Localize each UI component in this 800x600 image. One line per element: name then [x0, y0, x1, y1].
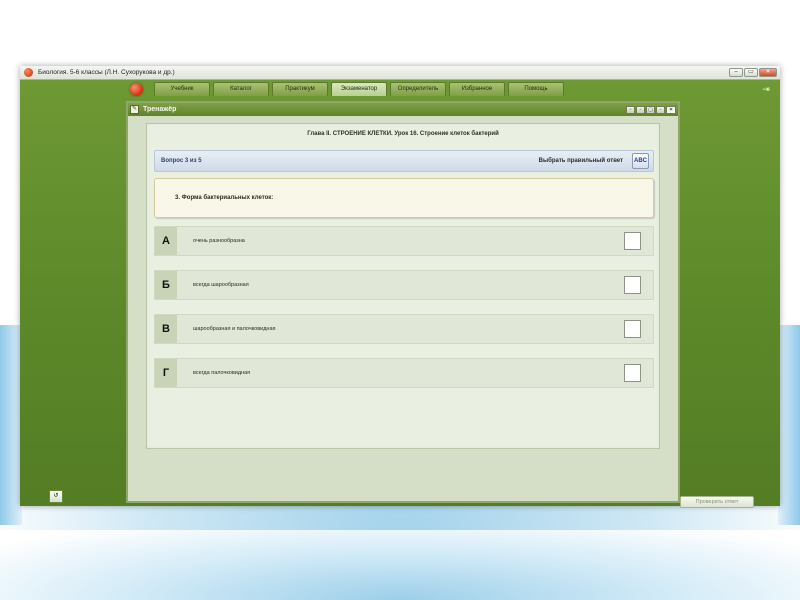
question-card: 3. Форма бактериальных клеток: [154, 178, 654, 218]
trainer-title: Тренажёр [143, 106, 177, 113]
minimize-button[interactable]: – [729, 68, 743, 77]
trainer-maximize-button[interactable]: ▢ [646, 105, 655, 114]
question-bar: Вопрос 3 из 5 Выбрать правильный ответ A… [154, 150, 654, 172]
answer-text: всегда шарообразная [193, 282, 249, 288]
question-mode: Выбрать правильный ответ [538, 158, 623, 164]
answer-checkbox-v[interactable] [624, 320, 641, 338]
answer-text: очень разнообразна [193, 238, 245, 244]
trainer-doc-icon: ✎ [130, 105, 139, 114]
question-text: 3. Форма бактериальных клеток: [175, 195, 274, 201]
answer-letter: А [155, 227, 177, 255]
trainer-restore-button[interactable]: ▫ [636, 105, 645, 114]
main-menubar: Учебник Каталог Практикум Экзаменатор Оп… [20, 80, 780, 98]
maximize-button[interactable]: ▭ [744, 68, 758, 77]
tab-examiner[interactable]: Экзаменатор [331, 82, 387, 96]
slide-decoration-bottom [0, 530, 800, 600]
slide-decoration-right [778, 325, 800, 525]
answer-checkbox-b[interactable] [624, 276, 641, 294]
trainer-controls: ▫ ▫ ▢ ▫ ✕ [626, 105, 678, 114]
chapter-heading: Глава II. СТРОЕНИЕ КЛЕТКИ. Урок 16. Стро… [307, 131, 499, 137]
app-window: Биология. 5-6 классы (Л.Н. Сухорукова и … [20, 66, 780, 508]
tab-practicum[interactable]: Практикум [272, 82, 328, 96]
back-arrow-icon[interactable]: ↺ [49, 490, 63, 503]
trainer-content: Глава II. СТРОЕНИЕ КЛЕТКИ. Урок 16. Стро… [146, 123, 660, 449]
tab-identifier[interactable]: Определитель [390, 82, 446, 96]
trainer-menu-button[interactable]: ▫ [656, 105, 665, 114]
answer-letter: Б [155, 271, 177, 299]
question-counter: Вопрос 3 из 5 [161, 158, 202, 164]
answer-option-a[interactable]: А очень разнообразна [154, 226, 654, 256]
trainer-window: ✎ Тренажёр ▫ ▫ ▢ ▫ ✕ Глава II. СТРОЕНИЕ … [126, 101, 754, 508]
trainer-close-icon[interactable]: ✕ [666, 105, 676, 114]
tab-help[interactable]: Помощь [508, 82, 564, 96]
answer-checkbox-a[interactable] [624, 232, 641, 250]
close-button[interactable]: ✕ [759, 68, 777, 77]
window-controls: – ▭ ✕ [729, 68, 780, 77]
answer-text: шарообразная и палочковидная [193, 326, 276, 332]
trainer-minimize-button[interactable]: ▫ [626, 105, 635, 114]
apple-logo-icon [24, 68, 33, 77]
trainer-header: ✎ Тренажёр ▫ ▫ ▢ ▫ ✕ [128, 103, 678, 116]
answer-option-b[interactable]: Б всегда шарообразная [154, 270, 654, 300]
answer-text: всегда палочковидная [193, 370, 251, 376]
window-titlebar: Биология. 5-6 классы (Л.Н. Сухорукова и … [20, 66, 780, 80]
apple-icon[interactable] [130, 83, 143, 96]
check-answer-button[interactable]: Проверить ответ [680, 496, 754, 508]
tab-favorites[interactable]: Избранное [449, 82, 505, 96]
exit-door-icon[interactable]: ⇥ [760, 84, 772, 95]
answer-option-g[interactable]: Г всегда палочковидная [154, 358, 654, 388]
answer-checkbox-g[interactable] [624, 364, 641, 382]
tab-catalog[interactable]: Каталог [213, 82, 269, 96]
answer-option-v[interactable]: В шарообразная и палочковидная [154, 314, 654, 344]
window-title: Биология. 5-6 классы (Л.Н. Сухорукова и … [38, 69, 175, 76]
abc-icon[interactable]: ABC [632, 153, 649, 169]
tab-textbook[interactable]: Учебник [154, 82, 210, 96]
answer-letter: В [155, 315, 177, 343]
slide-decoration-left [0, 325, 22, 525]
main-tabs: Учебник Каталог Практикум Экзаменатор Оп… [154, 82, 564, 96]
answer-letter: Г [155, 359, 177, 387]
